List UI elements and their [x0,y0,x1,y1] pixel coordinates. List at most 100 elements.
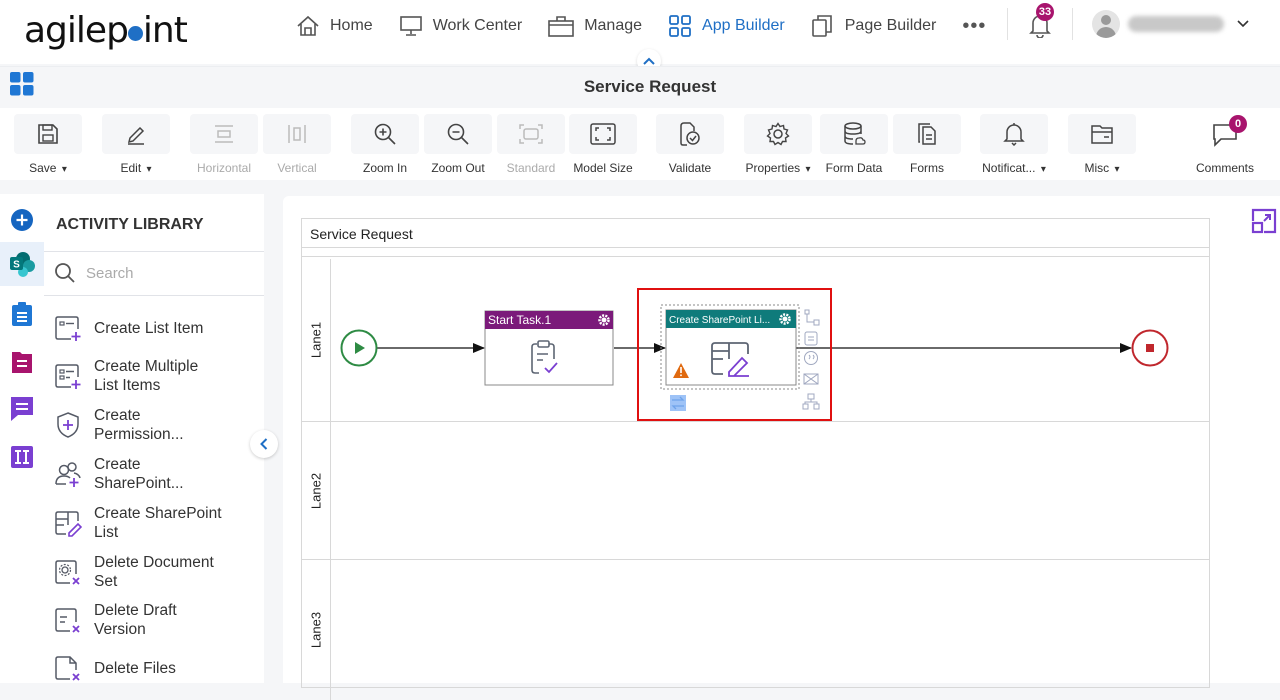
rail-message[interactable] [0,387,44,431]
create-list-icon [55,511,82,537]
library-item[interactable]: Delete Draft Version [54,601,224,639]
expand-canvas-button[interactable] [1251,208,1277,239]
process-diagram: Start Task.1 Create SharePoint Li... [340,288,1169,421]
swap-icon[interactable] [670,395,686,411]
standard-label: Standard [506,161,556,175]
standard-button[interactable]: Standard [497,114,565,175]
misc-button[interactable]: Misc ▾ [1068,114,1136,175]
horizontal-button[interactable]: Horizontal [190,114,258,175]
rail-task[interactable] [0,292,44,336]
home-icon [297,15,319,36]
notifications-button[interactable]: 33 [1028,3,1054,43]
library-item[interactable]: Create Multiple List Items [54,357,224,395]
library-item[interactable]: Create SharePoint List [54,504,224,542]
quick-action-task-icon[interactable] [804,331,818,346]
library-item[interactable]: Create List Item [54,314,224,342]
nav-home-label: Home [330,17,373,34]
end-event[interactable] [1131,329,1169,367]
chevron-up-icon [643,57,655,65]
user-name-blurred [1128,16,1224,32]
nav-manage[interactable]: Manage [548,15,642,37]
zoom-in-icon [374,123,396,145]
bell-icon [1003,123,1025,146]
library-item[interactable]: Delete Files [54,654,224,682]
user-menu[interactable] [1092,10,1250,38]
nav-home[interactable]: Home [296,15,373,37]
library-item[interactable]: Create SharePoint... [54,455,224,493]
library-item[interactable]: Delete Document Set [54,553,224,591]
form-data-button[interactable]: Form Data [820,114,888,175]
zoom-out-button[interactable]: Zoom Out [424,114,492,175]
library-item-label: Delete Draft Version [94,602,177,638]
quick-action-connector-icon[interactable] [804,309,820,326]
library-item-label: Create SharePoint... [94,456,184,492]
folder-doc-icon [12,352,32,373]
library-item-label: Create Permission... [94,407,184,443]
divider [44,251,264,252]
notification-count-badge: 33 [1036,3,1054,21]
forms-button[interactable]: Forms [893,114,961,175]
pages-icon [811,15,832,37]
agilepoint-logo[interactable]: agilep int [24,10,188,51]
activity-library-panel: ACTIVITY LIBRARY Create List Item Create… [44,194,264,683]
title-bar: Service Request [0,66,1280,106]
zoom-out-icon [447,123,469,145]
save-button[interactable]: Save ▾ [14,114,82,175]
create-multiple-list-items-icon [55,364,81,389]
nav-page-builder[interactable]: Page Builder [811,14,936,38]
rail-document[interactable] [0,340,44,384]
notifications-label: Notificat... [982,161,1036,175]
chevron-down-icon: ▾ [1114,164,1120,175]
svg-text:S: S [13,260,20,271]
quick-action-subprocess-icon[interactable] [802,393,820,410]
grid-icon [669,15,691,37]
form-data-label: Form Data [825,161,883,175]
quick-action-email-icon[interactable] [803,373,819,385]
library-item-label: Create Multiple List Items [94,358,199,394]
gear-icon [766,122,790,146]
edit-button[interactable]: Edit ▾ [102,114,170,175]
start-event[interactable] [340,329,378,367]
chat-icon [11,397,33,421]
delete-files-icon [55,656,80,681]
pencil-icon [127,126,145,145]
properties-button[interactable]: Properties ▾ [744,114,812,175]
library-item-label: Delete Files [94,659,176,677]
start-task-node[interactable]: Start Task.1 [484,310,614,386]
zoom-in-label: Zoom In [362,161,407,175]
stop-icon [1146,344,1154,352]
validate-label: Validate [668,161,712,175]
create-sharepoint-list-node[interactable]: Create SharePoint Li... [665,309,797,386]
library-search-input[interactable] [86,264,246,282]
divider [1007,8,1008,40]
nav-manage-label: Manage [584,17,643,34]
rail-integration[interactable] [0,435,44,479]
shield-add-icon [57,412,79,438]
library-item-label: Delete Document Set [94,554,214,590]
zoom-in-button[interactable]: Zoom In [351,114,419,175]
more-menu-button[interactable]: ••• [962,15,986,38]
validate-icon [680,122,700,146]
model-size-label: Model Size [573,161,633,175]
validate-button[interactable]: Validate [656,114,724,175]
collapse-library-button[interactable] [250,430,278,458]
rail-sharepoint[interactable]: S [0,242,44,286]
notifications-toolbar-button[interactable]: Notificat... ▾ [980,114,1048,175]
library-item[interactable]: Create Permission... [54,406,224,444]
quick-action-script-icon[interactable] [804,351,818,365]
sharepoint-icon: S [10,252,35,277]
delete-document-set-icon [55,560,80,585]
vertical-button[interactable]: Vertical [263,114,331,175]
expand-icon [1251,208,1277,234]
rail-add[interactable] [0,198,44,242]
delete-draft-icon [55,608,80,633]
process-canvas[interactable]: Service Request Lane1 Lane2 Lane3 Start … [283,196,1280,700]
nav-app-builder[interactable]: App Builder [668,15,785,37]
comments-button[interactable]: 0 Comments [1192,114,1258,175]
chevron-down-icon: ▾ [146,164,152,175]
model-size-button[interactable]: Model Size [569,114,637,175]
nav-work-center-label: Work Center [432,17,523,34]
chevron-down-icon: ▾ [805,164,811,175]
nav-work-center[interactable]: Work Center [399,15,523,37]
chevron-left-icon [260,438,268,450]
